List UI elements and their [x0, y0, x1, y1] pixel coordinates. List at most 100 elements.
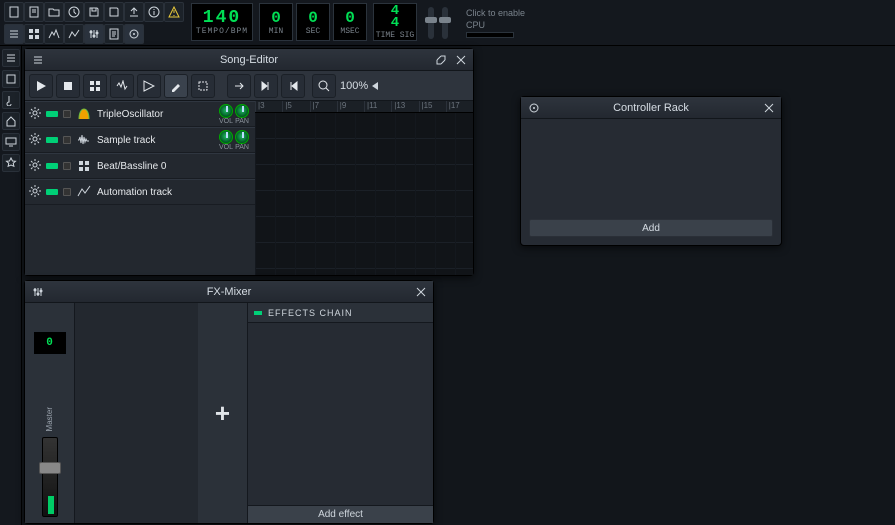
time-sec[interactable]: 0 SEC — [296, 3, 330, 41]
time-msec[interactable]: 0 MSEC — [333, 3, 367, 41]
time-sec-value: 0 — [308, 9, 318, 27]
add-channel-button[interactable]: + — [198, 303, 248, 523]
gear-icon[interactable] — [29, 133, 41, 148]
cpu-meter[interactable]: Click to enable CPU — [460, 0, 531, 45]
zoom-value[interactable]: 100% — [340, 80, 368, 92]
effects-chain-body[interactable] — [248, 323, 433, 505]
ruler-tick: |11 — [364, 101, 391, 112]
solo-toggle[interactable] — [63, 136, 71, 144]
timeline-grid[interactable] — [255, 113, 473, 275]
track-row[interactable]: Sample track VOL PAN — [25, 127, 255, 153]
time-min[interactable]: 0 MIN — [259, 3, 293, 41]
sidebar-favorites-icon[interactable] — [2, 154, 20, 172]
master-channel[interactable]: 0 Master — [25, 303, 75, 523]
track-row[interactable]: Automation track — [25, 179, 255, 205]
solo-toggle[interactable] — [63, 188, 71, 196]
select-mode-button[interactable] — [191, 74, 215, 98]
track-row[interactable]: TripleOscillator VOL PAN — [25, 101, 255, 127]
gear-icon[interactable] — [29, 159, 41, 174]
zoom-icon[interactable] — [312, 74, 336, 98]
close-icon[interactable] — [453, 52, 469, 68]
sidebar-computer-icon[interactable] — [2, 133, 20, 151]
track-name[interactable]: Sample track — [97, 135, 214, 146]
zoom-dropdown-icon[interactable] — [372, 82, 378, 90]
piano-roll-toggle-icon[interactable] — [44, 24, 64, 44]
stop-button[interactable] — [56, 74, 80, 98]
save-icon[interactable] — [84, 2, 104, 22]
warning-icon[interactable] — [164, 2, 184, 22]
skip-forward-icon[interactable] — [254, 74, 278, 98]
timeline-ruler[interactable]: |3 |5 |7 |9 |11 |13 |15 |17 — [255, 101, 473, 113]
song-editor-toggle-icon[interactable] — [4, 24, 24, 44]
pan-knob[interactable] — [235, 130, 249, 144]
channel-fader[interactable] — [42, 437, 58, 517]
export-icon[interactable] — [124, 2, 144, 22]
maximize-icon[interactable] — [433, 52, 449, 68]
controller-rack-body: Add — [521, 119, 781, 245]
volume-knob[interactable] — [219, 104, 233, 118]
info-icon[interactable] — [144, 2, 164, 22]
sidebar-presets-icon[interactable] — [2, 91, 20, 109]
left-sidebar — [0, 46, 22, 525]
close-icon[interactable] — [413, 284, 429, 300]
fx-mixer-toggle-icon[interactable] — [84, 24, 104, 44]
tempo-value[interactable]: 140 — [203, 9, 241, 27]
solo-toggle[interactable] — [63, 162, 71, 170]
mute-toggle[interactable] — [46, 111, 58, 117]
timeline-area[interactable]: |3 |5 |7 |9 |11 |13 |15 |17 — [255, 101, 473, 275]
track-empty-area[interactable] — [25, 205, 255, 275]
sidebar-instruments-icon[interactable] — [2, 49, 20, 67]
track-name[interactable]: TripleOscillator — [97, 109, 214, 120]
close-icon[interactable] — [761, 100, 777, 116]
record-accompany-button[interactable] — [110, 74, 134, 98]
project-notes-icon[interactable] — [104, 24, 124, 44]
app-root: 140 TEMPO/BPM 0 MIN 0 SEC 0 MSEC 4 4 — [0, 0, 895, 525]
mute-toggle[interactable] — [46, 163, 58, 169]
ruler-tick: |15 — [419, 101, 446, 112]
volume-knob[interactable] — [219, 130, 233, 144]
track-name[interactable]: Beat/Bassline 0 — [97, 161, 251, 172]
add-controller-button[interactable]: Add — [529, 219, 773, 237]
master-pitch-slider[interactable] — [442, 7, 448, 39]
timesig-bottom[interactable]: 4 — [391, 17, 399, 29]
timesig-display[interactable]: 4 4 TIME SIG — [373, 3, 417, 41]
channel-send-display[interactable]: 0 — [33, 331, 67, 355]
recent-icon[interactable] — [64, 2, 84, 22]
song-editor-titlebar[interactable]: Song-Editor — [25, 49, 473, 71]
effects-chain-led[interactable] — [254, 311, 262, 315]
play-button[interactable] — [29, 74, 53, 98]
draw-mode-button[interactable] — [164, 74, 188, 98]
tempo-display[interactable]: 140 TEMPO/BPM — [191, 3, 253, 41]
solo-toggle[interactable] — [63, 110, 71, 118]
gear-icon[interactable] — [29, 185, 41, 200]
mute-toggle[interactable] — [46, 189, 58, 195]
bb-track-icon — [76, 158, 92, 174]
ruler-tick: |3 — [255, 101, 282, 112]
add-effect-button[interactable]: Add effect — [248, 505, 433, 523]
record-pattern-button[interactable] — [83, 74, 107, 98]
mute-toggle[interactable] — [46, 137, 58, 143]
fx-mixer-titlebar[interactable]: FX-Mixer — [25, 281, 433, 303]
track-name[interactable]: Automation track — [97, 187, 251, 198]
bb-editor-toggle-icon[interactable] — [24, 24, 44, 44]
add-track-button[interactable] — [137, 74, 161, 98]
master-volume-slider[interactable] — [428, 7, 434, 39]
pan-label: PAN — [235, 118, 249, 125]
pan-knob[interactable] — [235, 104, 249, 118]
open-icon[interactable] — [44, 2, 64, 22]
track-row[interactable]: Beat/Bassline 0 — [25, 153, 255, 179]
sidebar-home-icon[interactable] — [2, 112, 20, 130]
automation-editor-toggle-icon[interactable] — [64, 24, 84, 44]
fx-mixer-window: FX-Mixer 0 Master + EFFECTS C — [24, 280, 434, 524]
fx-mixer-title: FX-Mixer — [207, 286, 252, 298]
save-as-icon[interactable] — [104, 2, 124, 22]
controller-rack-toggle-icon[interactable] — [124, 24, 144, 44]
forward-icon[interactable] — [227, 74, 251, 98]
controller-rack-titlebar[interactable]: Controller Rack — [521, 97, 781, 119]
skip-back-icon[interactable] — [281, 74, 305, 98]
sidebar-samples-icon[interactable] — [2, 70, 20, 88]
gear-icon[interactable] — [29, 107, 41, 122]
new-file-icon[interactable] — [4, 2, 24, 22]
fx-mixer-icon — [30, 284, 46, 300]
new-template-icon[interactable] — [24, 2, 44, 22]
